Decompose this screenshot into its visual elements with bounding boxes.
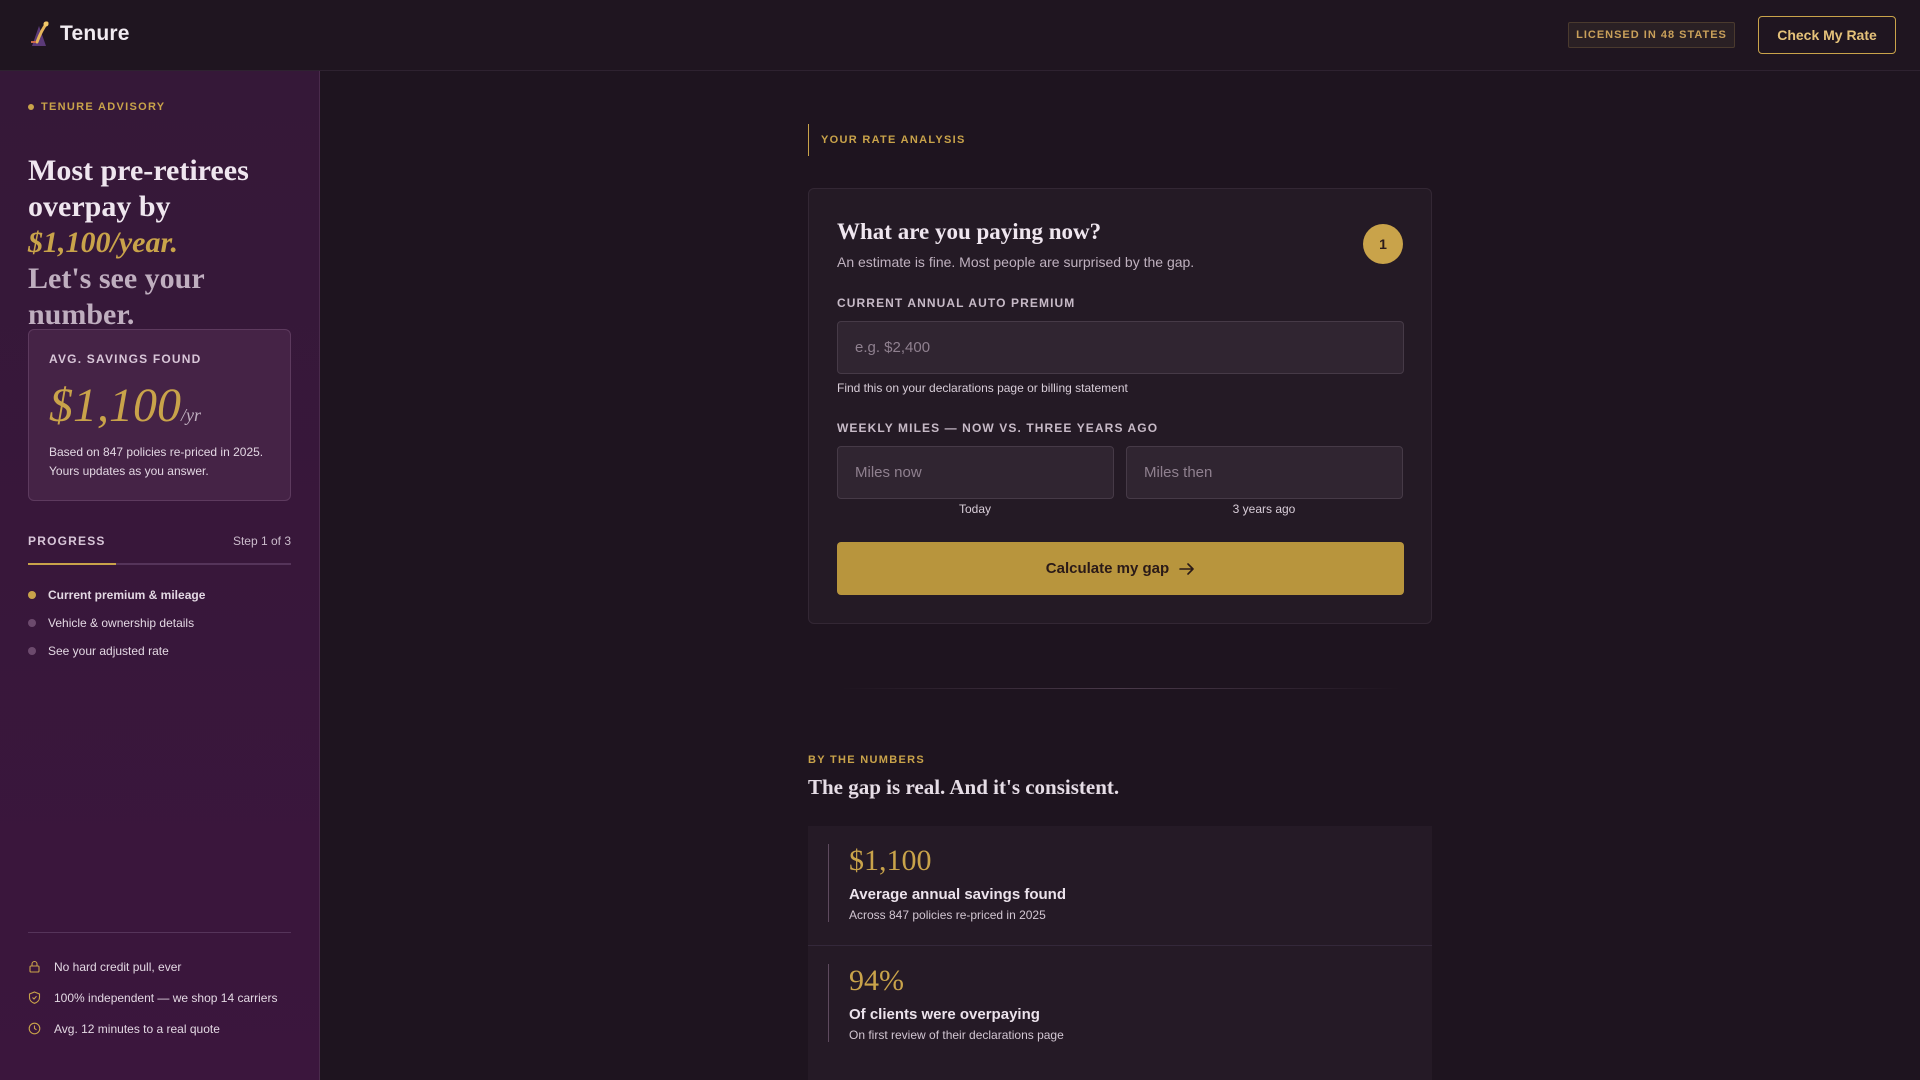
stat-item: $1,100 Average annual savings found Acro… xyxy=(808,826,1432,945)
sidebar-eyebrow: TENURE ADVISORY xyxy=(28,101,165,113)
stats-panel: $1,100 Average annual savings found Acro… xyxy=(808,826,1432,1080)
stat-value: 94% xyxy=(849,964,904,997)
savings-note: Based on 847 policies re-priced in 2025.… xyxy=(49,445,264,478)
check-my-rate-button[interactable]: Check My Rate xyxy=(1758,16,1896,54)
savings-card: AVG. SAVINGS FOUND $1,100/yr Based on 84… xyxy=(28,329,291,501)
top-bar: Tenure LICENSED IN 48 STATES Check My Ra… xyxy=(0,0,1920,71)
trust-label: No hard credit pull, ever xyxy=(54,959,182,974)
miles-then-input[interactable] xyxy=(1126,446,1403,499)
sidebar-divider xyxy=(28,932,291,933)
trust-item: Avg. 12 minutes to a real quote xyxy=(28,1013,277,1044)
brand-name: Tenure xyxy=(60,22,130,45)
shield-icon xyxy=(28,991,41,1004)
stat-title: Average annual savings found xyxy=(849,886,1066,903)
trust-item: 100% independent — we shop 14 carriers xyxy=(28,982,277,1013)
section-divider xyxy=(840,688,1402,689)
analysis-label-text: YOUR RATE ANALYSIS xyxy=(821,134,966,146)
step-label: Current premium & mileage xyxy=(48,588,206,602)
miles-now-input[interactable] xyxy=(837,446,1114,499)
trust-item: No hard credit pull, ever xyxy=(28,951,277,982)
step-label: Vehicle & ownership details xyxy=(48,616,195,630)
stat-value: $1,100 xyxy=(849,844,932,877)
lock-icon xyxy=(28,960,41,973)
trust-label: 100% independent — we shop 14 carriers xyxy=(54,990,278,1005)
hero-headline: Most pre-retirees overpay by $1,100/year… xyxy=(28,153,298,333)
clock-icon xyxy=(28,1022,41,1035)
stat-title: Of clients were overpaying xyxy=(849,1006,1040,1023)
form-title: What are you paying now? xyxy=(837,219,1102,244)
step-dot-icon xyxy=(28,647,36,655)
sunrise-logo-icon xyxy=(28,20,50,48)
stat-description: On first review of their declarations pa… xyxy=(849,1028,1064,1042)
step-dot-icon xyxy=(28,591,36,599)
progress-fill xyxy=(28,563,116,565)
progress-title: PROGRESS xyxy=(28,534,106,548)
numbers-eyebrow: BY THE NUMBERS xyxy=(808,754,926,766)
brand-logo[interactable]: Tenure xyxy=(28,20,130,48)
eyebrow-label: TENURE ADVISORY xyxy=(41,101,166,113)
calculate-gap-button[interactable]: Calculate my gap xyxy=(837,542,1404,595)
progress-step: Vehicle & ownership details xyxy=(28,609,205,637)
stat-accent-bar xyxy=(828,844,829,922)
progress-step: See your adjusted rate xyxy=(28,637,205,665)
bullet-dot-icon xyxy=(28,104,34,110)
stat-item: 94% Of clients were overpaying On first … xyxy=(808,945,1432,1064)
hero-subline: Let's see your number. xyxy=(28,262,205,331)
premium-label: CURRENT ANNUAL AUTO PREMIUM xyxy=(837,296,1076,310)
form-subtitle: An estimate is fine. Most people are sur… xyxy=(837,254,1195,270)
stat-description: Across 847 policies re-priced in 2025 xyxy=(849,908,1046,922)
licensed-badge: LICENSED IN 48 STATES xyxy=(1568,22,1735,48)
savings-value: $1,100 xyxy=(49,379,181,432)
savings-unit: /yr xyxy=(181,405,201,425)
analysis-label: YOUR RATE ANALYSIS xyxy=(808,124,966,156)
progress-step-text: Step 1 of 3 xyxy=(232,534,291,548)
premium-input[interactable] xyxy=(837,321,1404,374)
miles-now-caption: Today xyxy=(958,502,992,516)
progress-step: Current premium & mileage xyxy=(28,581,205,609)
savings-amount: $1,100/yr xyxy=(49,378,201,433)
stat-accent-bar xyxy=(828,964,829,1042)
step-dot-icon xyxy=(28,619,36,627)
hero-line: Most pre-retirees overpay by xyxy=(28,154,249,223)
progress-header: PROGRESS Step 1 of 3 xyxy=(28,534,291,548)
hero-amount: $1,100/year. xyxy=(28,226,178,259)
trust-label: Avg. 12 minutes to a real quote xyxy=(54,1021,220,1036)
savings-label: AVG. SAVINGS FOUND xyxy=(49,352,202,366)
arrow-right-icon xyxy=(1179,562,1194,575)
numbers-title: The gap is real. And it's consistent. xyxy=(808,775,1120,799)
miles-then-caption: 3 years ago xyxy=(1232,502,1296,516)
premium-hint: Find this on your declarations page or b… xyxy=(837,381,1128,395)
miles-label: WEEKLY MILES — NOW VS. THREE YEARS AGO xyxy=(837,421,1159,435)
sidebar: TENURE ADVISORY Most pre-retirees overpa… xyxy=(0,71,320,1080)
step-label: See your adjusted rate xyxy=(48,644,169,658)
calculate-button-label: Calculate my gap xyxy=(1045,560,1170,577)
trust-list: No hard credit pull, ever 100% independe… xyxy=(28,951,277,1044)
step-number-badge: 1 xyxy=(1363,224,1403,264)
progress-steps: Current premium & mileage Vehicle & owne… xyxy=(28,581,205,665)
rate-form-card: What are you paying now? An estimate is … xyxy=(808,188,1432,624)
